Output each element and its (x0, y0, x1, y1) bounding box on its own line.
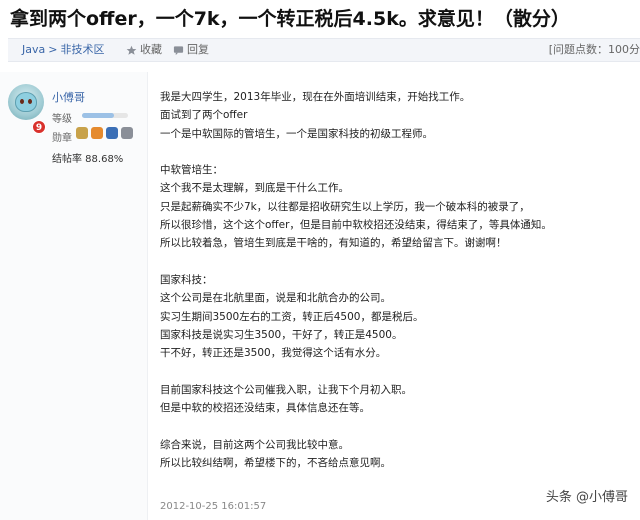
avatar-eye (20, 99, 24, 104)
post-line: 我是大四学生，2013年毕业，现在在外面培训结束，开始找工作。 (160, 91, 471, 103)
avatar-eye (28, 99, 32, 104)
post-line: 实习生期间3500左右的工资，转正后4500，都是税后。 (160, 310, 424, 323)
post-line: 所以比较纠结啊，希望楼下的，不吝给点意见啊。 (160, 456, 391, 469)
post-line: 但是中软的校招还没结束，具体信息还在等。 (160, 402, 370, 415)
reply-label: 回复 (187, 43, 209, 56)
post-line: 综合来说，目前这两个公司我比较中意。 (160, 438, 349, 451)
author-name[interactable]: 小傅哥 (52, 89, 85, 105)
breadcrumb-bar: Java > 非技术区 收藏 回复 [问题点数：100分 (8, 38, 640, 62)
post-title: 拿到两个offer，一个7k，一个转正税后4.5k。求意见！（散分） (10, 8, 570, 30)
grade-label: 等级 (52, 114, 72, 125)
post-line: 这个我不是太理解，到底是干什么工作。 (160, 182, 349, 195)
reply-icon (173, 45, 184, 55)
question-points: [问题点数：100分 (548, 43, 640, 56)
breadcrumb: Java > 非技术区 (22, 39, 104, 61)
star-icon (126, 45, 137, 55)
medal-icon[interactable] (76, 127, 88, 139)
medals-label: 勋章 (52, 133, 72, 144)
medal-icon[interactable] (106, 127, 118, 139)
level-badge: 9 (32, 120, 46, 134)
breadcrumb-separator: > (48, 43, 58, 56)
favorite-label: 收藏 (140, 43, 162, 56)
reply-button[interactable]: 回复 (173, 39, 209, 61)
post-line: 一个是中软国际的管培生，一个是国家科技的初级工程师。 (160, 127, 433, 140)
post-line: 所以很珍惜，这个这个offer，但是目前中软校招还没结束，得结束了，等具体通知。 (160, 219, 552, 232)
grade-bar-fill (82, 113, 115, 118)
post-line: 干不好，转正还是3500，我觉得这个话有水分。 (160, 347, 387, 360)
avatar-face (15, 92, 37, 112)
post-line: 面试到了两个offer (160, 109, 248, 122)
medals-row (76, 127, 133, 139)
avatar[interactable]: 9 (8, 84, 46, 134)
favorite-button[interactable]: 收藏 (126, 39, 162, 61)
post-body: 我是大四学生，2013年毕业，现在在外面培训结束，开始找工作。 面试到了两个off… (160, 88, 630, 472)
post-line: 这个公司是在北航里面，说是和北航合办的公司。 (160, 292, 391, 305)
breadcrumb-subsection-link[interactable]: 非技术区 (60, 43, 104, 56)
post-line: 国家科技是说实习生3500，干好了，转正是4500。 (160, 328, 403, 341)
author-panel: 9 小傅哥 等级 勋章 结帖率 88.68% (0, 72, 148, 520)
close-rate: 结帖率 88.68% (52, 154, 124, 165)
post-line: 国家科技： (160, 273, 213, 286)
grade-bar (82, 113, 128, 118)
post-line: 中软管培生： (160, 164, 223, 177)
post-line: 目前国家科技这个公司催我入职，让我下个月初入职。 (160, 383, 412, 396)
post-line: 所以比较着急，管培生到底是干啥的，有知道的，希望给留言下。谢谢啊！ (160, 237, 507, 250)
watermark: 头条 @小傅哥 (545, 490, 628, 505)
medal-icon[interactable] (121, 127, 133, 139)
post-timestamp: 2012-10-25 16:01:57 (160, 501, 267, 512)
medal-icon[interactable] (91, 127, 103, 139)
breadcrumb-section-link[interactable]: Java (22, 43, 45, 56)
post-line: 只是起薪确实不少7k，以往都是招收研究生以上学历，我一个破本科的被录了， (160, 200, 530, 213)
